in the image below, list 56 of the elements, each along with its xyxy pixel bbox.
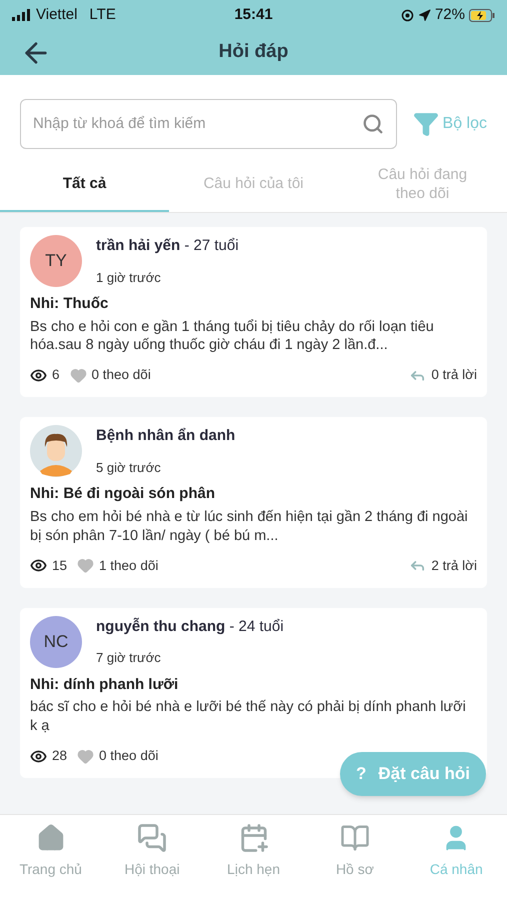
author-name: nguyễn thu chang - 24 tuổi [96, 616, 284, 637]
header-title: Hỏi đáp [218, 40, 288, 64]
ask-question-button[interactable]: ? Đặt câu hỏi [340, 752, 486, 796]
post-time: 1 giờ trước [96, 268, 162, 287]
post-time: 7 giờ trước [96, 649, 162, 668]
filter-icon [412, 111, 439, 137]
question-body: bác sĩ cho e hỏi bé nhà e lưỡi bé thế này có phải bị dính phanh lưỡi k ạ [30, 698, 467, 736]
question-body: Bs cho em hỏi bé nhà e từ lúc sinh đến hiện tại gần 2 tháng đi ngoài bị són phân 7-10 lần/ ngày ( bé bú m... [30, 508, 469, 546]
search-field[interactable]: Nhập từ khoá để tìm kiếm [20, 99, 397, 149]
reply-count: 0 trả lời [431, 366, 477, 384]
clock-text: 15:41 [234, 4, 273, 25]
nav-tab[interactable]: Trang chủ [0, 823, 102, 900]
signal-icon [12, 9, 32, 21]
question-title: Nhi: Thuốc [30, 294, 110, 314]
views-icon [30, 366, 47, 384]
question-body: Bs cho e hỏi con e gần 1 tháng tuổi bị tiêu chảy do rối loạn tiêu hóa.sau 8 ngày uống thuốc giờ cháu đi 1 ngày 2 lần.đ... [30, 318, 435, 356]
tab[interactable]: Câu hỏi đang theo dõi [338, 159, 507, 212]
location-icon [418, 8, 431, 22]
author-name: Bệnh nhân ẩn danh [96, 426, 236, 446]
network-text: LTE [89, 4, 116, 25]
heart-icon [70, 366, 87, 384]
nav-tab[interactable]: Hội thoại [101, 823, 203, 900]
search-icon [362, 113, 384, 135]
filter-button[interactable]: Bộ lọc [412, 111, 487, 137]
question-title: Nhi: Bé đi ngoài són phân [30, 484, 216, 504]
follow-count: 1 theo dõi [99, 556, 158, 575]
carrier-text: Viettel [36, 4, 78, 25]
nav-tab[interactable]: Lịch hẹn [202, 823, 304, 900]
battery-text: 72% [434, 4, 465, 25]
reply-count: 2 trả lời [431, 556, 477, 575]
avatar-illustration [30, 425, 82, 478]
question-card[interactable]: TY trần hải yến - 27 tuổi 1 giờ trước Nhi: Thuốc Bs cho e hỏi con e gần 1 tháng tuổi bị tiêu chảy do rối loạn tiêu hóa.sau 8 ngày uống thuốc giờ cháu đi 1 ngày 2 lần.đ... 6 0 theo dõi 0 trả lời [20, 227, 487, 398]
views-icon [30, 557, 47, 574]
views-count: 6 [52, 366, 60, 384]
heart-icon [77, 748, 94, 765]
views-count: 15 [52, 556, 68, 575]
views-icon [30, 748, 47, 765]
avatar: NC [30, 616, 82, 668]
follow-count: 0 theo dõi [92, 366, 151, 384]
tab[interactable]: Tất cả [0, 159, 169, 212]
avatar: TY [30, 235, 82, 287]
chat-icon [137, 823, 168, 853]
search-input[interactable]: Nhập từ khoá để tìm kiếm [33, 112, 362, 136]
follow-count: 0 theo dõi [99, 747, 158, 766]
book-icon [340, 823, 370, 853]
author-name: trần hải yến - 27 tuổi [96, 236, 239, 256]
battery-icon [469, 8, 495, 22]
calendar-plus-icon [238, 823, 269, 853]
views-count: 28 [52, 747, 68, 766]
question-title: Nhi: dính phanh lưỡi [30, 674, 180, 695]
heart-icon [77, 557, 94, 574]
post-time: 5 giờ trước [96, 458, 162, 477]
nav-tab[interactable]: Hồ sơ [304, 823, 406, 900]
nav-tab[interactable]: Cá nhân [406, 823, 507, 900]
question-card[interactable]: Bệnh nhân ẩn danh 5 giờ trước Nhi: Bé đi ngoài són phân Bs cho em hỏi bé nhà e từ lúc sinh đến hiện tại gần 2 tháng đi ngoài bị són phân 7-10 lần/ ngày ( bé bú m... 15 1 theo dõi 2 trả lời [20, 417, 487, 588]
tab[interactable]: Câu hỏi của tôi [169, 159, 338, 212]
